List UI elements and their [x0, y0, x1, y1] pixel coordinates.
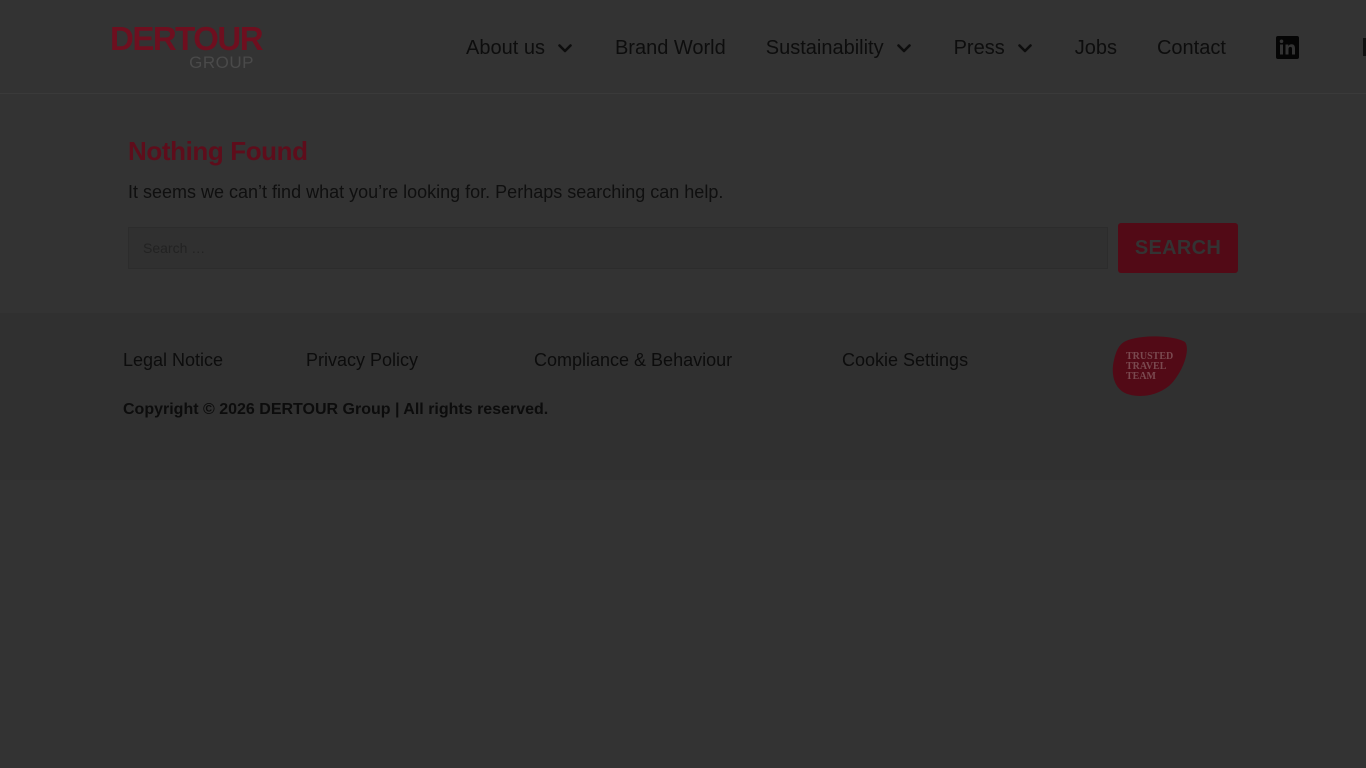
search-input[interactable] [128, 227, 1108, 269]
nav-item-about-us[interactable]: About us [466, 33, 573, 63]
dertour-group-logo[interactable]: DERTOUR GROUP [110, 20, 264, 74]
search-button[interactable]: SEARCH [1118, 223, 1238, 273]
nav-item-press[interactable]: Press [954, 33, 1033, 63]
site-footer: Legal Notice Privacy Policy Compliance &… [0, 313, 1366, 480]
nav-item-label: About us [466, 36, 545, 59]
main-content: Nothing Found It seems we can’t find wha… [0, 95, 1366, 313]
nav-item-label: Brand World [614, 36, 726, 59]
nav-item-brand-world[interactable]: Brand World [615, 33, 726, 63]
copyright-text: Copyright © 2026 DERTOUR Group | All rig… [123, 401, 549, 418]
chevron-down-icon [1017, 40, 1033, 56]
nav-item-sustainability[interactable]: Sustainability [766, 33, 912, 63]
page-title: Nothing Found [128, 136, 308, 166]
main-navigation: About us Brand World Sustainability Pres… [466, 33, 1226, 63]
footer-link-legal-notice[interactable]: Legal Notice [123, 350, 223, 371]
chevron-down-icon [896, 40, 912, 56]
footer-link-privacy-policy[interactable]: Privacy Policy [306, 350, 418, 371]
chevron-down-icon [557, 40, 573, 56]
site-header: DERTOUR GROUP About us Brand World Susta… [0, 0, 1366, 94]
nav-item-contact[interactable]: Contact [1157, 33, 1226, 63]
empty-page-area [0, 480, 1366, 768]
logo-subtitle: GROUP [189, 53, 254, 72]
nav-item-jobs[interactable]: Jobs [1075, 33, 1117, 63]
not-found-message: It seems we can’t find what you’re looki… [128, 182, 724, 202]
nav-item-label: Jobs [1074, 36, 1117, 59]
trusted-travel-team-badge: TRUSTED TRAVEL TEAM [1112, 336, 1188, 398]
footer-link-cookie-settings[interactable]: Cookie Settings [842, 350, 968, 371]
linkedin-icon[interactable] [1276, 36, 1299, 59]
logo-wordmark: DERTOUR [110, 20, 264, 57]
nav-item-label: Contact [1156, 36, 1226, 59]
footer-link-compliance[interactable]: Compliance & Behaviour [534, 350, 732, 371]
badge-text: TRUSTED TRAVEL TEAM [1126, 351, 1174, 382]
nav-item-label: Press [953, 36, 1005, 59]
nav-item-label: Sustainability [765, 36, 884, 59]
